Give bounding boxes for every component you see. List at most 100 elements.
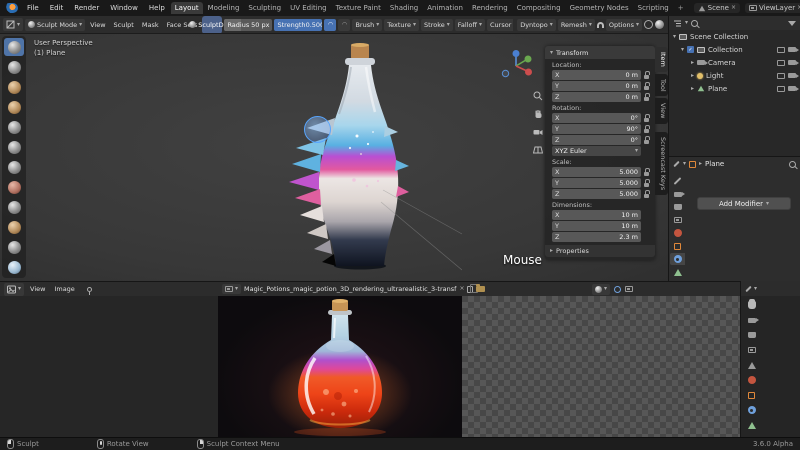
remesh-dropdown[interactable]: Remesh ▾ <box>557 18 595 31</box>
lock-icon[interactable] <box>643 135 650 145</box>
sculpt-tool-blob[interactable] <box>4 178 24 196</box>
lock-icon[interactable] <box>643 178 650 188</box>
outliner-row-camera[interactable]: ▸ Camera <box>669 56 800 69</box>
editor-type-button[interactable]: ▾ <box>4 282 25 296</box>
image-editor-canvas[interactable] <box>0 296 740 437</box>
unlink-icon[interactable]: × <box>731 5 736 11</box>
pin-icon[interactable] <box>86 286 92 295</box>
scene-selector[interactable]: Scene × <box>693 3 741 13</box>
tab-modifier-properties[interactable] <box>670 253 685 265</box>
outliner-row-light[interactable]: ▸ Light <box>669 69 800 82</box>
tab-modifier-properties[interactable] <box>744 404 759 416</box>
sculpt-tool-clay[interactable] <box>4 78 24 96</box>
tab-screencast-keys[interactable]: Screencast Keys <box>655 131 668 195</box>
pressure-strength-toggle[interactable]: ◠ <box>338 18 351 31</box>
tab-modeling[interactable]: Modeling <box>204 2 244 14</box>
lock-icon[interactable] <box>643 124 650 134</box>
pan-hand-icon[interactable] <box>532 108 544 120</box>
sculpt-tool-draw[interactable] <box>4 38 24 56</box>
texture-dropdown[interactable]: Texture ▾ <box>384 18 420 31</box>
location-y-field[interactable]: Y 0 m <box>552 81 641 91</box>
strength-slider[interactable]: Strength 0.500 <box>274 18 323 31</box>
hide-viewport-icon[interactable] <box>777 59 785 66</box>
viewport-3d[interactable]: User Perspective (1) Plane Mouse ▾ Trans… <box>0 34 668 281</box>
browse-image-button[interactable]: ▾ <box>222 284 242 294</box>
tab-shading[interactable]: Shading <box>386 2 422 14</box>
outliner-row-plane[interactable]: ▸ Plane <box>669 82 800 95</box>
lock-icon[interactable] <box>643 189 650 199</box>
menu-sculpt[interactable]: Sculpt <box>111 19 137 31</box>
sculpt-tool-crease[interactable] <box>4 198 24 216</box>
lock-icon[interactable] <box>643 167 650 177</box>
lock-icon[interactable] <box>643 70 650 80</box>
sculpt-tool-inflate[interactable] <box>4 158 24 176</box>
tab-sculpting[interactable]: Sculpting <box>244 2 285 14</box>
sculpt-tool-draw-sharp[interactable] <box>4 58 24 76</box>
tab-world-properties[interactable] <box>744 374 759 386</box>
tab-texture-paint[interactable]: Texture Paint <box>332 2 385 14</box>
sculpt-tool-clay-thumb[interactable] <box>4 118 24 136</box>
tab-render-properties[interactable] <box>670 188 685 200</box>
outliner-editor-icon[interactable] <box>673 19 682 28</box>
stroke-dropdown[interactable]: Stroke ▾ <box>421 18 453 31</box>
falloff-dropdown[interactable]: Falloff ▾ <box>454 18 485 31</box>
location-z-field[interactable]: Z 0 m <box>552 92 641 102</box>
tab-uv-editing[interactable]: UV Editing <box>286 2 331 14</box>
tab-viewlayer-properties[interactable] <box>744 344 759 356</box>
image-name[interactable]: Magic_Potions_magic_potion_3D_rendering_… <box>244 285 456 293</box>
add-modifier-button[interactable]: Add Modifier ▾ <box>697 197 791 210</box>
tab-rendering[interactable]: Rendering <box>468 2 512 14</box>
mode-selector[interactable]: Sculpt Mode ▾ <box>25 18 86 31</box>
dimensions-x-field[interactable]: X 10 m <box>552 210 641 220</box>
disable-render-icon[interactable] <box>788 86 799 91</box>
tab-layout[interactable]: Layout <box>170 2 203 14</box>
tab-data-properties[interactable] <box>744 419 759 431</box>
zoom-icon[interactable] <box>532 90 544 102</box>
open-image-icon[interactable] <box>476 284 486 292</box>
lock-icon[interactable] <box>643 92 650 102</box>
scale-x-field[interactable]: X 5.000 <box>552 167 641 177</box>
tab-scripting[interactable]: Scripting <box>634 2 673 14</box>
disable-render-icon[interactable] <box>788 73 799 78</box>
perspective-grid-icon[interactable] <box>532 144 544 156</box>
disable-render-icon[interactable] <box>788 60 799 65</box>
overlays-icon[interactable] <box>644 20 653 29</box>
lock-icon[interactable] <box>643 81 650 91</box>
tab-view[interactable]: View <box>655 98 668 124</box>
disable-render-icon[interactable] <box>788 47 799 52</box>
tab-animation[interactable]: Animation <box>423 2 467 14</box>
tab-render-properties[interactable] <box>744 314 759 326</box>
editor-type-button[interactable]: ▾ <box>3 18 24 31</box>
sculpted-potion-model[interactable] <box>262 42 462 274</box>
rotation-z-field[interactable]: Z 0° <box>552 135 641 145</box>
filter-icon[interactable] <box>788 20 796 26</box>
shading-solid-icon[interactable] <box>655 20 664 29</box>
tab-compositing[interactable]: Compositing <box>513 2 565 14</box>
scale-z-field[interactable]: Z 5.000 <box>552 189 641 199</box>
tab-output-properties[interactable] <box>670 201 685 213</box>
options-dropdown[interactable]: Options ▾ <box>605 18 642 31</box>
rotation-x-field[interactable]: X 0° <box>552 113 641 123</box>
sculpt-tool-flatten[interactable] <box>4 238 24 256</box>
camera-view-icon[interactable] <box>532 126 544 138</box>
scale-y-field[interactable]: Y 5.000 <box>552 178 641 188</box>
hide-viewport-icon[interactable] <box>777 85 785 92</box>
pressure-radius-toggle[interactable]: ◠ <box>324 18 337 31</box>
search-icon[interactable] <box>789 160 796 168</box>
snap-magnet-icon[interactable] <box>596 21 604 28</box>
brush-dropdown[interactable]: Brush ▾ <box>352 18 383 31</box>
new-image-icon[interactable] <box>467 284 478 293</box>
tab-output-properties[interactable] <box>744 329 759 341</box>
dimensions-y-field[interactable]: Y 10 m <box>552 221 641 231</box>
unlink-icon[interactable]: × <box>459 286 464 292</box>
rotation-mode-dropdown[interactable]: XYZ Euler ▾ <box>552 146 641 156</box>
lock-icon[interactable] <box>643 113 650 123</box>
menu-help[interactable]: Help <box>144 2 170 14</box>
location-x-field[interactable]: X 0 m <box>552 70 641 80</box>
radius-slider[interactable]: Radius 50 px <box>224 18 273 31</box>
tab-scene-properties[interactable] <box>744 359 759 371</box>
image-layers-icon[interactable] <box>625 286 634 292</box>
tab-object-properties[interactable] <box>670 240 685 252</box>
navigation-gizmo[interactable] <box>498 48 534 84</box>
properties-editor-icon[interactable] <box>673 160 680 168</box>
